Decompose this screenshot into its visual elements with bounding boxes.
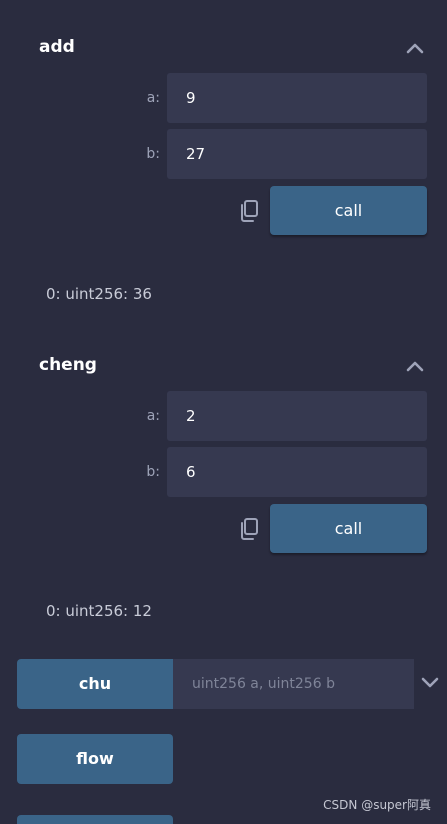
param-input-a[interactable]: 9 [167,73,427,123]
call-button[interactable]: call [270,186,427,235]
function-title: cheng [39,355,97,375]
chevron-up-icon[interactable] [405,359,425,373]
call-result: 0: uint256: 36 [46,285,152,303]
param-label-a: a: [146,90,160,106]
copy-icon[interactable] [238,199,260,223]
call-button[interactable]: call [270,504,427,553]
contract-functions-panel: add a: 9 b: 27 call 0: uint256: 36 cheng… [0,0,447,824]
copy-icon[interactable] [238,517,260,541]
function-title: add [39,37,75,57]
chevron-up-icon[interactable] [405,41,425,55]
chu-args-input[interactable] [173,659,414,709]
watermark: CSDN @super阿真 [323,798,431,812]
next-function-button[interactable] [17,815,173,824]
param-input-b[interactable]: 6 [167,447,427,497]
param-label-a: a: [146,408,160,424]
flow-button[interactable]: flow [17,734,173,784]
param-input-a[interactable]: 2 [167,391,427,441]
param-label-b: b: [146,146,160,162]
param-input-b[interactable]: 27 [167,129,427,179]
param-label-b: b: [146,464,160,480]
chu-button[interactable]: chu [17,659,173,709]
call-result: 0: uint256: 12 [46,602,152,620]
chevron-down-icon[interactable] [420,676,440,690]
